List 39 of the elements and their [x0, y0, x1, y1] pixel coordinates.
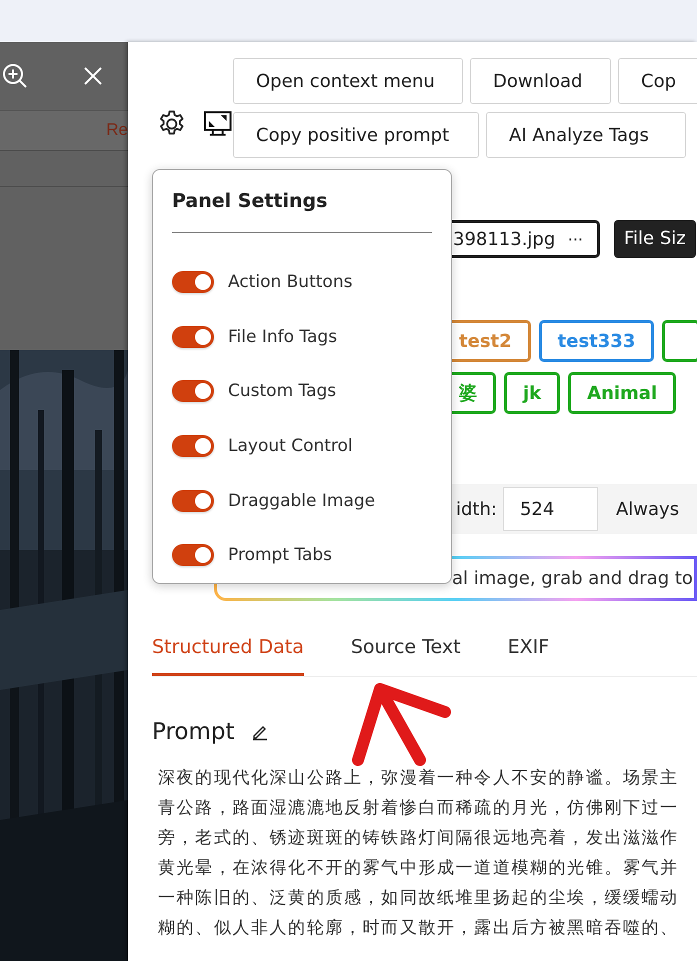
action-button[interactable]: Cop — [618, 58, 697, 104]
toggle-switch[interactable] — [172, 490, 214, 512]
zoom-in-icon[interactable] — [2, 62, 28, 89]
popover-title: Panel Settings — [172, 190, 328, 214]
toggle-switch[interactable] — [172, 544, 214, 566]
tab[interactable]: Structured Data — [152, 621, 304, 676]
action-button[interactable]: Copy positive prompt — [233, 112, 479, 158]
file-size-tag: File Siz — [614, 220, 696, 258]
prompt-text-line: 青公路，路面湿漉漉地反射着惨白而稀疏的月光，仿佛刚下过一 — [158, 797, 680, 820]
action-button[interactable]: Open context menu — [233, 58, 463, 104]
toggle-label: Draggable Image — [228, 490, 376, 511]
prompt-text-line: 糊的、似人非人的轮廓，时而又散开，露出后方被黑暗吞噬的、 — [158, 917, 680, 940]
close-icon[interactable] — [83, 66, 103, 86]
toggle-label: Layout Control — [228, 436, 353, 456]
prompt-text-line: 旁，老式的、锈迹斑斑的铸铁路灯间隔很远地亮着，发出滋滋作 — [158, 827, 680, 850]
prompt-text-line: 黄光晕，在浓得化不开的雾气中形成一道道模糊的光锥。雾气并 — [158, 857, 680, 880]
toggle-label: File Info Tags — [228, 326, 338, 347]
custom-tag[interactable] — [662, 320, 697, 362]
custom-tag[interactable]: test333 — [538, 320, 654, 362]
always-label: Always — [616, 498, 680, 520]
toggle-label: Action Buttons — [228, 272, 352, 292]
toggle-switch[interactable] — [172, 435, 214, 458]
ref-text: Re — [106, 120, 128, 140]
action-button[interactable]: Download — [470, 58, 611, 104]
toggle-switch[interactable] — [172, 271, 214, 294]
toggle-label: Custom Tags — [228, 381, 336, 402]
more-icon[interactable]: ··· — [568, 230, 583, 248]
prompt-title: Prompt — [152, 719, 235, 745]
monitor-icon[interactable] — [203, 109, 233, 139]
tab[interactable]: Source Text — [350, 621, 461, 676]
toggle-switch[interactable] — [172, 326, 214, 348]
width-label: idth: — [456, 498, 497, 520]
tab[interactable]: EXIF — [508, 621, 550, 676]
toggle-switch[interactable] — [172, 380, 214, 402]
prompt-text-line: 深夜的现代化深山公路上，弥漫着一种令人不安的静谧。场景主 — [158, 767, 680, 790]
file-name: 398113.jpg — [453, 228, 556, 250]
action-button[interactable]: AI Analyze Tags — [486, 112, 686, 158]
width-input[interactable]: 524 — [502, 487, 598, 531]
prompt-text-line: 一种陈旧的、泛黄的质感，如同故纸堆里扬起的尘埃，缓缓蠕动 — [158, 887, 680, 910]
